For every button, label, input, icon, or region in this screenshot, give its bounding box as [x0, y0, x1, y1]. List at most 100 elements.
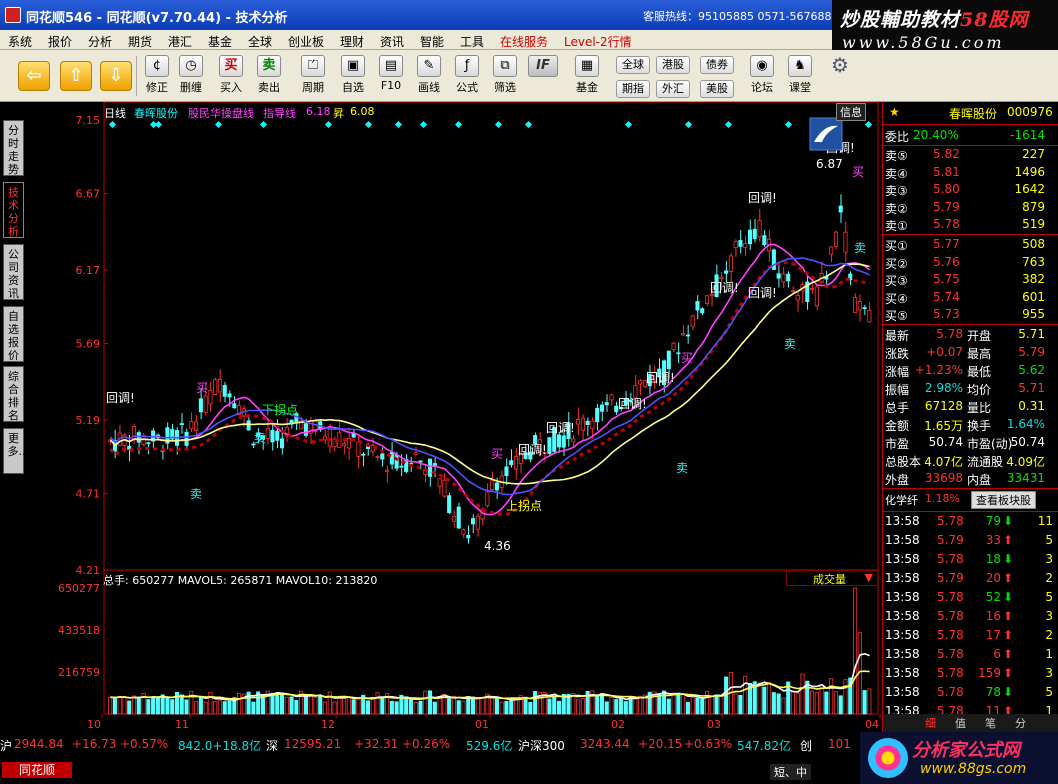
- tick-time: 13:58: [885, 514, 920, 528]
- market-button-2[interactable]: 债券: [700, 56, 734, 74]
- toolbar-button-0[interactable]: ¢ 修正: [140, 54, 174, 98]
- menu-item-8[interactable]: 理财: [340, 33, 364, 50]
- volume-bar: [824, 691, 829, 715]
- menu-item-4[interactable]: 港汇: [168, 33, 192, 50]
- candle-body: [795, 295, 800, 301]
- if-futures-button[interactable]: IF: [525, 54, 561, 98]
- left-tab-4[interactable]: 综合排名: [3, 366, 24, 422]
- left-tab-5[interactable]: 更多...: [3, 428, 29, 474]
- toolbar-button-5[interactable]: ▣ 自选: [336, 54, 370, 98]
- volume-indicator-dropdown[interactable]: 成交量 ▼: [786, 570, 878, 586]
- arrow-up-icon: ⬆: [1003, 609, 1014, 623]
- candle-body: [265, 428, 270, 439]
- up-arrow-button[interactable]: ⇧: [60, 61, 92, 91]
- menu-item-3[interactable]: 期货: [128, 33, 152, 50]
- price-axis-label: 6.17: [76, 264, 101, 277]
- menu-item-11[interactable]: 工具: [460, 33, 484, 50]
- quote-tab-2[interactable]: 笔: [985, 715, 996, 731]
- volume-bar: [270, 692, 275, 715]
- toolbar-button-12[interactable]: ♞ 课堂: [783, 54, 817, 98]
- bid-row[interactable]: 买④ 5.74 601: [883, 289, 1058, 307]
- signal-diamond: [864, 120, 873, 129]
- settings-button[interactable]: ⚙: [820, 54, 860, 98]
- market-button-1[interactable]: 港股: [656, 56, 690, 74]
- left-tab-3[interactable]: 自选报价: [3, 306, 24, 362]
- menu-item-1[interactable]: 报价: [48, 33, 72, 50]
- menu-item-0[interactable]: 系统: [8, 33, 32, 50]
- volume-bar: [700, 697, 705, 715]
- bid-row[interactable]: 买① 5.77 508: [883, 236, 1058, 254]
- signal-diamond: [394, 120, 403, 129]
- menu-item-13[interactable]: Level-2行情: [564, 33, 632, 50]
- toolbar-button-9[interactable]: ⧉ 筛选: [488, 54, 522, 98]
- toolbar-button-10[interactable]: ▦ 基金: [570, 54, 604, 98]
- tick-price: 5.78: [937, 552, 964, 566]
- toolbar-button-1[interactable]: ◷ 删缠: [174, 54, 208, 98]
- volume-bar: [370, 698, 375, 715]
- menu-item-2[interactable]: 分析: [88, 33, 112, 50]
- f10-icon: ▤: [379, 55, 403, 77]
- candle-body: [217, 378, 222, 393]
- app-name-badge[interactable]: 同花顺: [2, 762, 72, 778]
- info-button[interactable]: 信息: [836, 103, 866, 121]
- bid-label: 买④: [885, 291, 908, 306]
- menu-item-6[interactable]: 全球: [248, 33, 272, 50]
- ask-row[interactable]: 卖③ 5.80 1642: [883, 181, 1058, 199]
- menu-item-9[interactable]: 资讯: [380, 33, 404, 50]
- left-tab-0[interactable]: 分时走势: [3, 120, 24, 176]
- toolbar-button-3[interactable]: 卖卖出: [252, 54, 286, 98]
- volume-bar: [604, 701, 609, 715]
- volume-bar: [184, 699, 189, 715]
- volume-bar: [394, 701, 399, 715]
- shortcut-indicator[interactable]: 短、中: [770, 764, 811, 780]
- menu-item-7[interactable]: 创业板: [288, 33, 324, 50]
- toolbar-button-label: 论坛: [751, 81, 773, 94]
- menu-item-5[interactable]: 基金: [208, 33, 232, 50]
- tick-row: 13:58 5.78 159 ⬆ 3: [883, 665, 1058, 683]
- arrow-up-icon: ⬆: [1003, 628, 1014, 642]
- candle-body: [762, 235, 767, 246]
- volume-bar: [580, 698, 585, 715]
- view-sector-button[interactable]: 查看板块股: [971, 491, 1036, 509]
- bid-row[interactable]: 买⑤ 5.73 955: [883, 306, 1058, 324]
- sz-percent: +0.26%: [402, 737, 451, 751]
- candle-body: [867, 310, 872, 323]
- market-button-4[interactable]: 外汇: [656, 80, 690, 98]
- ask-row[interactable]: 卖① 5.78 519: [883, 216, 1058, 234]
- volume-bar: [380, 697, 385, 715]
- candle-body: [275, 430, 280, 441]
- down-arrow-button[interactable]: ⇩: [100, 61, 132, 91]
- volume-bar: [437, 697, 442, 715]
- toolbar-button-2[interactable]: 买买入: [214, 54, 248, 98]
- bid-row[interactable]: 买② 5.76 763: [883, 254, 1058, 272]
- volume-bar: [509, 698, 514, 715]
- market-button-0[interactable]: 全球: [616, 56, 650, 74]
- kline-chart[interactable]: 7.15 6.67 6.17 5.69 5.19 4.71 4.21 650277 433518…: [26, 102, 882, 732]
- ask-row[interactable]: 卖② 5.79 879: [883, 199, 1058, 217]
- toolbar-button-8[interactable]: ƒ 公式: [450, 54, 484, 98]
- quote-tab-1[interactable]: 值: [955, 715, 966, 731]
- toolbar-button-11[interactable]: ◉ 论坛: [745, 54, 779, 98]
- left-tab-1[interactable]: 技术分析: [3, 182, 24, 238]
- toolbar-button-7[interactable]: ✎ 画线: [412, 54, 446, 98]
- menu-item-10[interactable]: 智能: [420, 33, 444, 50]
- market-button-3[interactable]: 期指: [616, 80, 650, 98]
- volume-axis-label: 433518: [58, 624, 100, 637]
- kline-chart-area[interactable]: 7.15 6.67 6.17 5.69 5.19 4.71 4.21 650277 433518…: [26, 102, 882, 732]
- left-tab-2[interactable]: 公司资讯: [3, 244, 24, 300]
- toolbar-button-4[interactable]: ⏍ 周期: [296, 54, 330, 98]
- quote-tab-0[interactable]: 细: [925, 715, 936, 731]
- stat-label: 开盘: [967, 329, 992, 343]
- toolbar-button-6[interactable]: ▤ F10: [374, 54, 408, 98]
- candle-body: [561, 435, 566, 448]
- ask-row[interactable]: 卖⑤ 5.82 227: [883, 146, 1058, 164]
- volume-bar: [523, 696, 528, 715]
- menu-item-12[interactable]: 在线服务: [500, 33, 548, 50]
- quote-tab-3[interactable]: 分: [1015, 715, 1026, 731]
- bid-row[interactable]: 买③ 5.75 382: [883, 271, 1058, 289]
- star-icon[interactable]: ★: [889, 105, 900, 119]
- market-button-5[interactable]: 美股: [700, 80, 734, 98]
- volume-bar: [681, 693, 686, 715]
- back-arrow-button[interactable]: ⇦: [18, 61, 50, 91]
- ask-row[interactable]: 卖④ 5.81 1496: [883, 164, 1058, 182]
